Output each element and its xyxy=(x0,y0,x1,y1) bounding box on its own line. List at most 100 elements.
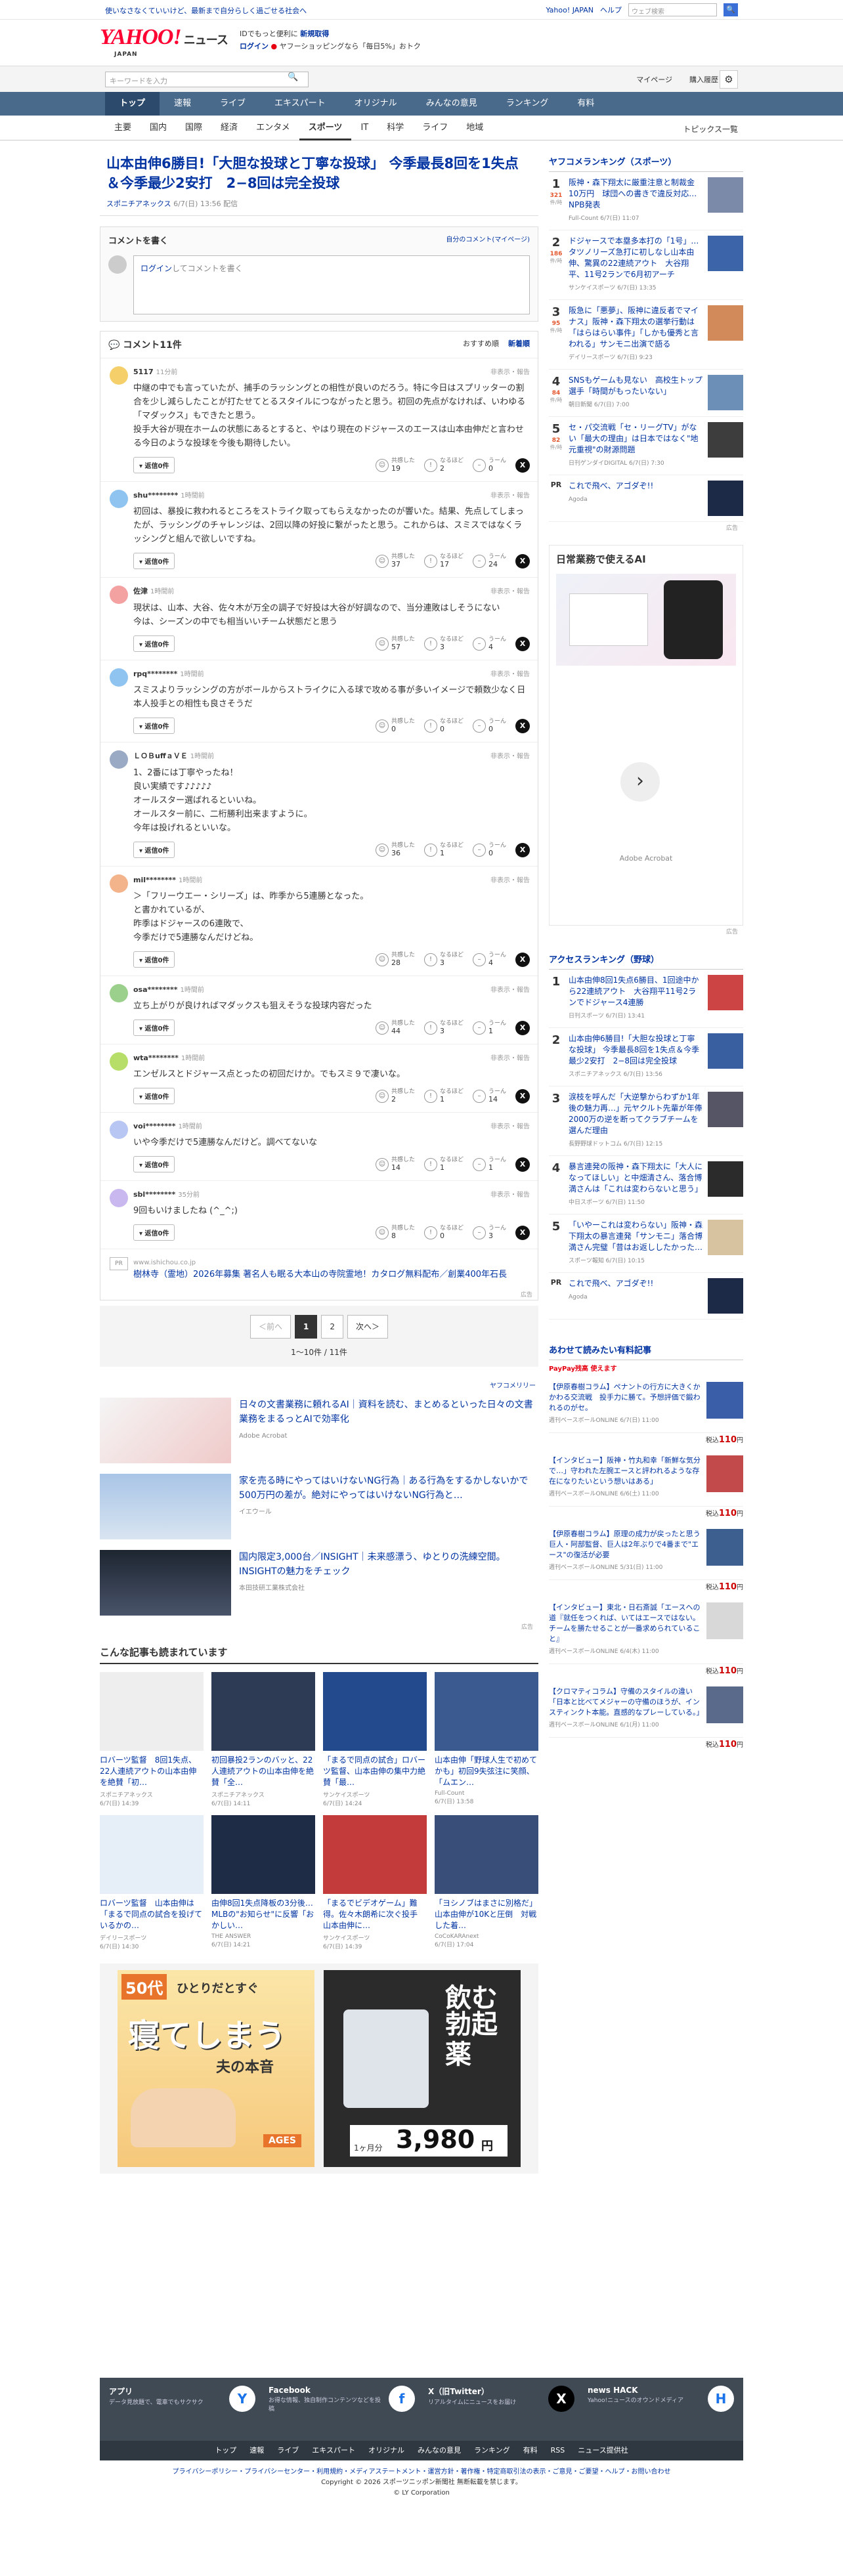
comment-user[interactable]: osa******** xyxy=(133,985,178,994)
comment-user[interactable]: 佐津 xyxy=(133,587,148,595)
category-tab[interactable]: 地域 xyxy=(457,116,492,140)
ad-banner-1[interactable]: 50代 ひとりだとすぐ 寝てしまう 夫の本音 AGES xyxy=(118,1970,314,2167)
sponsored-label[interactable]: ヤフコメリリー xyxy=(100,1377,538,1392)
comment-user[interactable]: mil******** xyxy=(133,876,176,884)
access-ranking-item[interactable]: 3 涙枝を呼んだ「大逆撃からわずか1年後の魅力再…」元ヤクルト先輩が年俸2000… xyxy=(549,1086,743,1156)
category-tab[interactable]: 国際 xyxy=(176,116,211,140)
web-search-input[interactable]: ウェブ検索 xyxy=(628,3,717,16)
paid-article-item[interactable]: 【伊原春樹コラム】原理の成力が戻ったと思う巨人・阿部監督、巨人は2年ぶりで4番ま… xyxy=(549,1522,743,1596)
x-share-icon[interactable]: X xyxy=(515,636,530,651)
know-button[interactable]: ! なるほど 3 xyxy=(423,636,464,652)
related-article-card[interactable]: 初回暴投2ランのバッと、22人連続アウトの山本由伸を絶賛「全… スポニチアネック… xyxy=(211,1672,315,1807)
hmm-button[interactable]: – うーん 24 xyxy=(472,553,506,569)
footer-social-item[interactable]: X（旧Twitter） リアルタイムにニュースをお届け X xyxy=(428,2386,574,2414)
access-ranking-item[interactable]: 5 「いやーこれは変わらない」阪神・森下翔太の暴言連発「サンモニ」落合博満さん完… xyxy=(549,1214,743,1273)
footer-nav-item[interactable]: エキスパート xyxy=(312,2441,355,2460)
access-ranking-item[interactable]: 2 山本由伸6勝目!「大胆な投球と丁寧な投球」 今季最長8回を1失点＆今季最少2… xyxy=(549,1028,743,1086)
reply-toggle-button[interactable]: ▾ 返信0件 xyxy=(133,1156,175,1172)
footer-nav-item[interactable]: RSS xyxy=(551,2441,565,2460)
hmm-button[interactable]: – うーん 4 xyxy=(472,952,506,968)
know-button[interactable]: ! なるほど 3 xyxy=(423,1020,464,1036)
hide-report-link[interactable]: 非表示・報告 xyxy=(490,668,530,678)
reply-toggle-button[interactable]: ▾ 返信0件 xyxy=(133,1088,175,1104)
know-button[interactable]: ! なるほど 1 xyxy=(423,1157,464,1172)
gnav-item[interactable]: オリジナル xyxy=(340,92,412,116)
comment-user[interactable]: voi******** xyxy=(133,1122,176,1130)
footer-social-item[interactable]: news HACK Yahoo!ニュースのオウンドメディア H xyxy=(588,2386,734,2414)
page-1-button[interactable]: 1 xyxy=(295,1315,318,1339)
hide-report-link[interactable]: 非表示・報告 xyxy=(490,586,530,596)
sponsored-item[interactable]: 家を売る時にやってはいけないNG行為｜ある行為をするかしないかで500万円の差が… xyxy=(100,1469,538,1545)
hide-report-link[interactable]: 非表示・報告 xyxy=(490,874,530,884)
gnav-item[interactable]: 速報 xyxy=(160,92,205,116)
hide-report-link[interactable]: 非表示・報告 xyxy=(490,750,530,761)
hide-report-link[interactable]: 非表示・報告 xyxy=(490,366,530,376)
reply-toggle-button[interactable]: ▾ 返信0件 xyxy=(133,951,175,968)
related-article-card[interactable]: 「まるでビデオゲーム」難得。佐々木朗希に次ぐ投手 山本由伸に… サンケイスポーツ… xyxy=(323,1815,427,1950)
x-share-icon[interactable]: X xyxy=(515,458,530,473)
gnav-item[interactable]: 有料 xyxy=(563,92,609,116)
hmm-button[interactable]: – うーん 1 xyxy=(472,1157,506,1172)
shopping-promo-link[interactable]: ヤフーショッピングなら「毎日5%」おトク xyxy=(280,42,421,51)
x-share-icon[interactable]: X xyxy=(515,1157,530,1172)
gnav-item[interactable]: ライブ xyxy=(205,92,260,116)
hide-report-link[interactable]: 非表示・報告 xyxy=(490,1121,530,1130)
next-page-button[interactable]: 次へ＞ xyxy=(347,1315,389,1339)
gear-icon[interactable]: ⚙ xyxy=(720,70,738,89)
know-button[interactable]: ! なるほど 0 xyxy=(423,1225,464,1241)
page-2-button[interactable]: 2 xyxy=(321,1315,343,1339)
sort-recommended[interactable]: おすすめ順 xyxy=(463,338,499,351)
related-article-card[interactable]: ロバーツ監督 山本由伸は「まるで同点の試合を投げているかの… デイリースポーツ 6… xyxy=(100,1815,204,1950)
x-share-icon[interactable]: X xyxy=(515,1020,530,1035)
know-button[interactable]: ! なるほど 1 xyxy=(423,1088,464,1104)
prev-page-button[interactable]: ＜前へ xyxy=(249,1315,291,1339)
yahoo-news-logo[interactable]: YAHOO! ニュース JAPAN xyxy=(100,25,228,58)
access-ranking-item[interactable]: 4 暴言連発の阪神・森下翔太に「大人になってほしい」と中畑清さん、落合博満さんは… xyxy=(549,1156,743,1214)
category-tab[interactable]: エンタメ xyxy=(247,116,299,140)
register-link[interactable]: 新規取得 xyxy=(300,30,329,38)
x-share-icon[interactable]: X xyxy=(515,1088,530,1104)
agree-button[interactable]: ☺ 共感した 19 xyxy=(375,458,415,473)
category-tab[interactable]: IT xyxy=(351,116,378,140)
category-tab[interactable]: ライフ xyxy=(413,116,457,140)
comment-user[interactable]: wta******** xyxy=(133,1054,179,1062)
agree-button[interactable]: ☺ 共感した 2 xyxy=(375,1088,415,1104)
pr-comment[interactable]: PR www.ishichou.co.jp 樹林寺（霊地）2026年募集 著名人… xyxy=(100,1249,538,1289)
pr-title[interactable]: 樹林寺（霊地）2026年募集 著名人も眠る大本山の寺院霊地！カタログ無料配布／創… xyxy=(133,1269,530,1281)
footer-nav-item[interactable]: トップ xyxy=(215,2441,236,2460)
purchase-history-link[interactable]: 購入履歴 xyxy=(689,74,718,85)
hmm-button[interactable]: – うーん 3 xyxy=(472,1225,506,1241)
know-button[interactable]: ! なるほど 1 xyxy=(423,842,464,858)
gnav-item[interactable]: エキスパート xyxy=(260,92,340,116)
footer-social-item[interactable]: アプリ データ見放題で、電車でもサクサク Y xyxy=(109,2386,255,2414)
agree-button[interactable]: ☺ 共感した 44 xyxy=(375,1020,415,1036)
topics-list-link[interactable]: トピックス一覧 xyxy=(683,123,738,135)
footer-nav-item[interactable]: 有料 xyxy=(523,2441,538,2460)
access-ranking-item[interactable]: 1 山本由伸8回1失点6勝目、1回途中から22連続アウト 大谷翔平11号2ランで… xyxy=(549,970,743,1028)
hide-report-link[interactable]: 非表示・報告 xyxy=(490,1189,530,1199)
login-link[interactable]: ログイン xyxy=(240,42,269,51)
paid-article-item[interactable]: 【伊原春樹コラム】ペナントの行方に大きくかかわる交流戦 投手力に勝て。予想評価で… xyxy=(549,1375,743,1449)
gnav-item[interactable]: みんなの意見 xyxy=(412,92,492,116)
sort-newest[interactable]: 新着順 xyxy=(508,338,530,351)
top-notice-link[interactable]: 使いなさなくていいけど、最新まで自分らしく過ごせる社会へ xyxy=(105,5,307,16)
category-tab[interactable]: 経済 xyxy=(211,116,247,140)
related-article-card[interactable]: 「ヨシノブはまさに別格だ」山本由伸が10Kと圧倒 対戦した着… CoCoKARA… xyxy=(435,1815,538,1950)
sponsored-item[interactable]: 国内限定3,000台／INSIGHT｜未来感漂う、ゆとりの洗練空間。INSIGH… xyxy=(100,1545,538,1621)
ranking-item[interactable]: 1 321 件/時 阪神・森下翔太に厳重注意と制裁金10万円 球団への書きで違反対応… xyxy=(549,172,743,230)
reply-toggle-button[interactable]: ▾ 返信0件 xyxy=(133,457,175,473)
x-share-icon[interactable]: X xyxy=(515,553,530,569)
footer-nav-item[interactable]: 速報 xyxy=(249,2441,264,2460)
related-article-card[interactable]: 山本由伸「野球人生で初めてかも」初回9失弦注に笑顔、「ムエン… Full-Cou… xyxy=(435,1672,538,1807)
know-button[interactable]: ! なるほど 17 xyxy=(423,553,464,569)
footer-nav-item[interactable]: オリジナル xyxy=(368,2441,404,2460)
paid-article-item[interactable]: 【インタビュー】阪神・竹丸和幸「新鮮な気分で…」守われた左腕エースと評われるよう… xyxy=(549,1449,743,1522)
x-share-icon[interactable]: X xyxy=(515,952,530,967)
my-comments-link[interactable]: 自分のコメント(マイページ) xyxy=(446,234,530,246)
ranking-item[interactable]: 4 84 件/時 SNSもゲームも見ない 高校生トップ選手「時間がもったいない」 朝日… xyxy=(549,370,743,417)
comment-user[interactable]: rpq******** xyxy=(133,670,177,678)
news-search-input[interactable]: キーワードを入力 xyxy=(105,72,309,87)
agree-button[interactable]: ☺ 共感した 37 xyxy=(375,553,415,569)
footer-nav-item[interactable]: ライブ xyxy=(277,2441,299,2460)
x-share-icon[interactable]: X xyxy=(515,718,530,733)
